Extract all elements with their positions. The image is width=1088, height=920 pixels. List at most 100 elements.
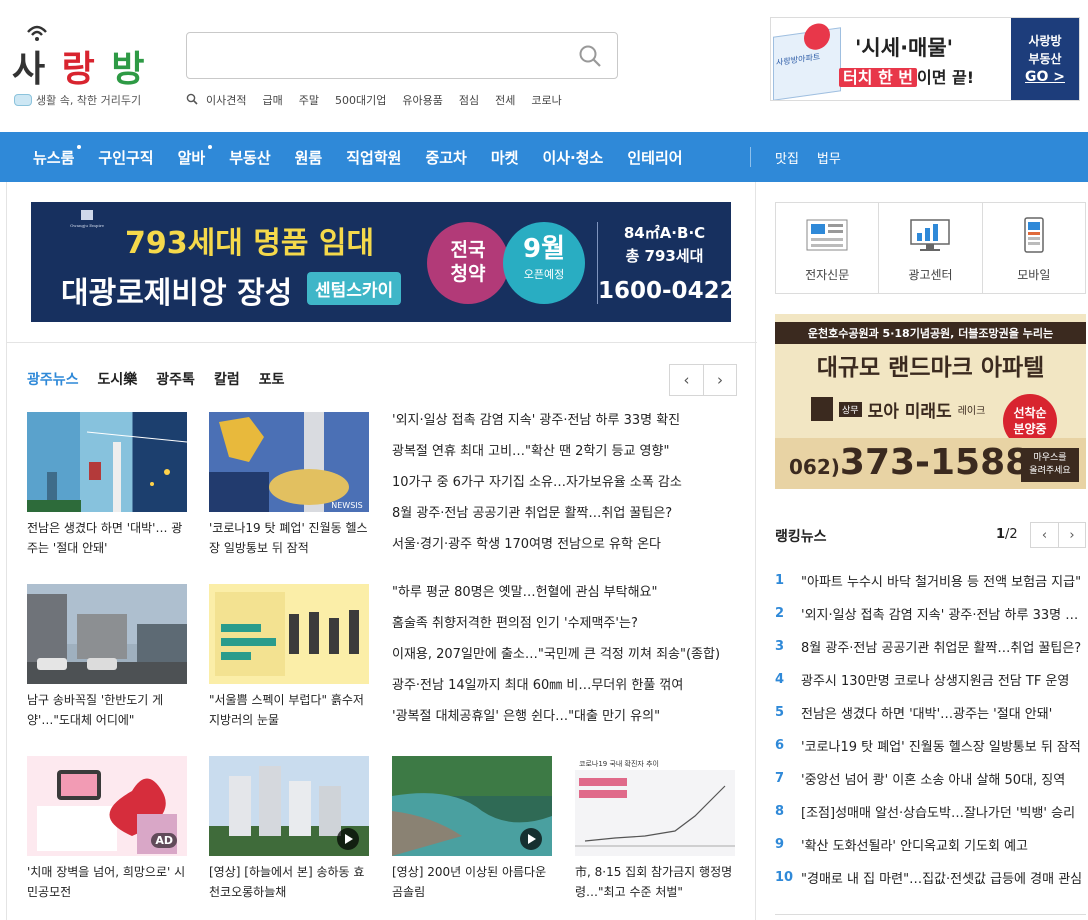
nav-item[interactable]: 원룸 <box>295 147 323 168</box>
headline-list-2: "하루 평균 80명은 옛말…헌혈에 관심 부탁해요" 홈술족 취향저격한 편의점… <box>392 577 732 732</box>
banner-line1: 793세대 명품 임대 <box>125 226 375 261</box>
news-card[interactable]: [영상] [하늘에서 본] 송하동 효천코오롱하늘채 <box>209 756 371 902</box>
apartment-ad-banner[interactable]: Gwangju Empire 793세대 명품 임대 대광로제비앙 장성 센텀스… <box>31 202 731 322</box>
ranking-item[interactable]: 1 "아파트 누수시 바닥 철거비용 등 전액 보험금 지급" <box>775 564 1086 597</box>
nav-item[interactable]: 알바 <box>177 144 213 168</box>
news-card[interactable]: [영상] 200년 이상된 아름다운 곰솔림 <box>392 756 554 902</box>
news-tab[interactable]: 광주톡 <box>156 369 195 389</box>
news-card[interactable]: 코로나19 국내 확진자 추이 市, 8·15 집회 참가금지 행정명령…"최고… <box>575 756 737 902</box>
headline-link[interactable]: 10가구 중 6가구 자기집 소유…자가보유율 소폭 감소 <box>392 467 732 498</box>
news-card[interactable]: 전남은 생겼다 하면 '대박'… 광주는 '절대 안돼' <box>27 412 189 558</box>
headline-link[interactable]: 이재용, 207일만에 출소…"국민께 큰 걱정 끼쳐 죄송"(종합) <box>392 639 732 670</box>
nav-item[interactable]: 부동산 <box>229 147 270 168</box>
keyword-link[interactable]: 유아용품 <box>402 92 442 108</box>
logo-part1: 사 <box>12 49 48 90</box>
ranking-item[interactable]: 10 "경매로 내 집 마련"…집값·전셋값 급등에 경매 관심 <box>775 861 1086 894</box>
news-card[interactable]: "서울쁨 스펙이 부럽다" 흙수저 지방러의 눈물 <box>209 584 371 730</box>
nav-item[interactable]: 직업학원 <box>346 147 401 168</box>
nav-item[interactable]: 뉴스룸 <box>33 144 82 168</box>
circle1-a: 전국 <box>450 239 486 261</box>
headline-link[interactable]: '광복절 대체공휴일' 은행 쉰다…"대출 만기 유의" <box>392 701 732 732</box>
top-ad-banner[interactable]: 사랑방아파트 '시세·매물' 터치 한 번 이면 끝! 사랑방 부동산 GO > <box>770 17 1080 101</box>
nav-item-label: 부동산 <box>229 148 271 167</box>
headline-link[interactable]: 8월 광주·전남 공공기관 취업문 활짝…취업 꿀팁은? <box>392 498 732 529</box>
side-ad-phone-strip: 062)373-1588 마우스를 올려주세요 <box>775 438 1086 489</box>
play-icon[interactable] <box>337 828 359 850</box>
keyword-link[interactable]: 주말 <box>299 92 319 108</box>
nav-item-label: 뉴스룸 <box>33 148 75 167</box>
nav-right-item[interactable]: 법무 <box>817 148 841 167</box>
keyword-link[interactable]: 급매 <box>262 92 282 108</box>
ranking-page-indicator: 1/2 <box>996 527 1018 542</box>
popular-keywords: 이사견적 급매 주말 500대기업 유아용품 점심 전세 코로나 <box>186 92 562 108</box>
nav-item-label: 이사·청소 <box>542 148 604 167</box>
search-input[interactable] <box>199 43 559 69</box>
ranking-headline: 전남은 생겼다 하면 '대박'…광주는 '절대 안돼' <box>801 707 1053 722</box>
badge-a: 선착순 <box>1013 406 1047 420</box>
quick-link-mobile[interactable]: 모바일 <box>981 203 1085 293</box>
ranking-number: 1 <box>775 573 785 588</box>
main-nav: 뉴스룸 구인구직 알바 부동산 원룸 직업학원 중고차 마켓 이사·청소 인테리어 맛집 법무 <box>0 132 1088 182</box>
ad-badge: AD <box>151 833 177 848</box>
quick-link-ad-center[interactable]: 광고센터 <box>878 203 981 293</box>
news-caption: [영상] [하늘에서 본] 송하동 효천코오롱하늘채 <box>209 865 365 899</box>
news-tab[interactable]: 도시樂 <box>98 369 138 389</box>
site-logo[interactable]: 사 랑 방 <box>12 25 162 90</box>
nav-item[interactable]: 마켓 <box>491 147 519 168</box>
thumb-source: NEWSIS <box>331 501 362 510</box>
side-ad-banner[interactable]: 운천호수공원과 5·18기념공원, 더블조망권을 누리는 대규모 랜드마크 아파… <box>775 314 1086 489</box>
logo-part3: 방 <box>111 49 147 90</box>
ranking-item[interactable]: 5 전남은 생겼다 하면 '대박'…광주는 '절대 안돼' <box>775 696 1086 729</box>
headline-link[interactable]: '외지·일상 접촉 감염 지속' 광주·전남 하루 33명 확진 <box>392 405 732 436</box>
ranking-item[interactable]: 8 [조점]성매매 알선·상습도박…잘나가던 '빅뱅' 승리 <box>775 795 1086 828</box>
ranking-item[interactable]: 6 '코로나19 탓 폐업' 진월동 헬스장 일방통보 뒤 잠적 <box>775 729 1086 762</box>
keyword-link[interactable]: 500대기업 <box>335 92 386 108</box>
ranking-item[interactable]: 2 '외지·일상 접촉 감염 지속' 광주·전남 하루 33명 확진 <box>775 597 1086 630</box>
news-tab[interactable]: 칼럼 <box>214 369 240 389</box>
circle2-small: 오픈예정 <box>523 268 565 281</box>
nav-item-label: 알바 <box>177 148 206 167</box>
nav-item[interactable]: 이사·청소 <box>542 147 603 168</box>
next-button[interactable]: › <box>702 365 736 395</box>
nav-item[interactable]: 중고차 <box>425 147 466 168</box>
nav-right-item[interactable]: 맛집 <box>775 148 799 167</box>
headline-link[interactable]: 광복절 연휴 최대 고비…"확산 땐 2학기 등교 영향" <box>392 436 732 467</box>
keyword-link[interactable]: 코로나 <box>531 92 561 108</box>
news-thumbnail: AD <box>27 756 187 856</box>
headline-link[interactable]: 서울·경기·광주 학생 170여명 전남으로 유학 온다 <box>392 529 732 560</box>
news-card[interactable]: 남구 송바꼭질 '한반도기 게양'…"도대체 어디에" <box>27 584 189 730</box>
ranking-prev-button[interactable]: ‹ <box>1031 523 1058 547</box>
side-ad-phone: 062)373-1588 <box>789 442 1030 483</box>
search-icon[interactable] <box>577 43 603 69</box>
play-icon[interactable] <box>520 828 542 850</box>
nav-item[interactable]: 구인구직 <box>98 147 153 168</box>
ranking-item[interactable]: 3 8월 광주·전남 공공기관 취업문 활짝…취업 꿀팁은? <box>775 630 1086 663</box>
nav-item[interactable]: 인테리어 <box>627 147 682 168</box>
prev-button[interactable]: ‹ <box>670 365 703 395</box>
ranking-headline: 광주시 130만명 코로나 상생지원금 전담 TF 운영 <box>801 674 1070 689</box>
new-dot-icon <box>208 144 213 149</box>
nav-items: 뉴스룸 구인구직 알바 부동산 원룸 직업학원 중고차 마켓 이사·청소 인테리어 <box>33 132 683 182</box>
top-ad-go-box[interactable]: 사랑방 부동산 GO > <box>1011 18 1079 100</box>
headline-link[interactable]: 홈술족 취향저격한 편의점 인기 '수제맥주'는? <box>392 608 732 639</box>
keyword-link[interactable]: 전세 <box>495 92 515 108</box>
headline-link[interactable]: "하루 평균 80명은 옛말…헌혈에 관심 부탁해요" <box>392 577 732 608</box>
ranking-next-button[interactable]: › <box>1057 523 1085 547</box>
news-card[interactable]: NEWSIS '코로나19 탓 폐업' 진월동 헬스장 일방통보 뒤 잠적 <box>209 412 371 558</box>
ranking-item[interactable]: 9 '확산 도화선될라' 안디옥교회 기도회 예고 <box>775 828 1086 861</box>
quick-link-e-paper[interactable]: 전자신문 <box>776 203 878 293</box>
headline-link[interactable]: 광주·전남 14일까지 최대 60㎜ 비…무더위 한풀 꺾여 <box>392 670 732 701</box>
main-content: Gwangju Empire 793세대 명품 임대 대광로제비앙 장성 센텀스… <box>6 182 757 920</box>
nav-item-label: 구인구직 <box>98 148 154 167</box>
keyword-link[interactable]: 이사견적 <box>206 92 246 108</box>
news-tab[interactable]: 광주뉴스 <box>27 369 79 389</box>
emblem-icon: Gwangju Empire <box>70 210 105 228</box>
mouse-note-b: 올려주세요 <box>1029 466 1071 476</box>
news-card[interactable]: AD '치매 장벽을 넘어, 희망으로' 시민공모전 <box>27 756 189 902</box>
ranking-item[interactable]: 7 '중앙선 넘어 쾅' 이혼 소송 아내 살해 50대, 징역 <box>775 762 1086 795</box>
ranking-item[interactable]: 4 광주시 130만명 코로나 상생지원금 전담 TF 운영 <box>775 663 1086 696</box>
keyword-link[interactable]: 점심 <box>459 92 479 108</box>
banner-tag: 센텀스카이 <box>307 272 402 305</box>
job-seekers-illustration <box>215 592 359 676</box>
news-tab[interactable]: 포토 <box>259 369 285 389</box>
